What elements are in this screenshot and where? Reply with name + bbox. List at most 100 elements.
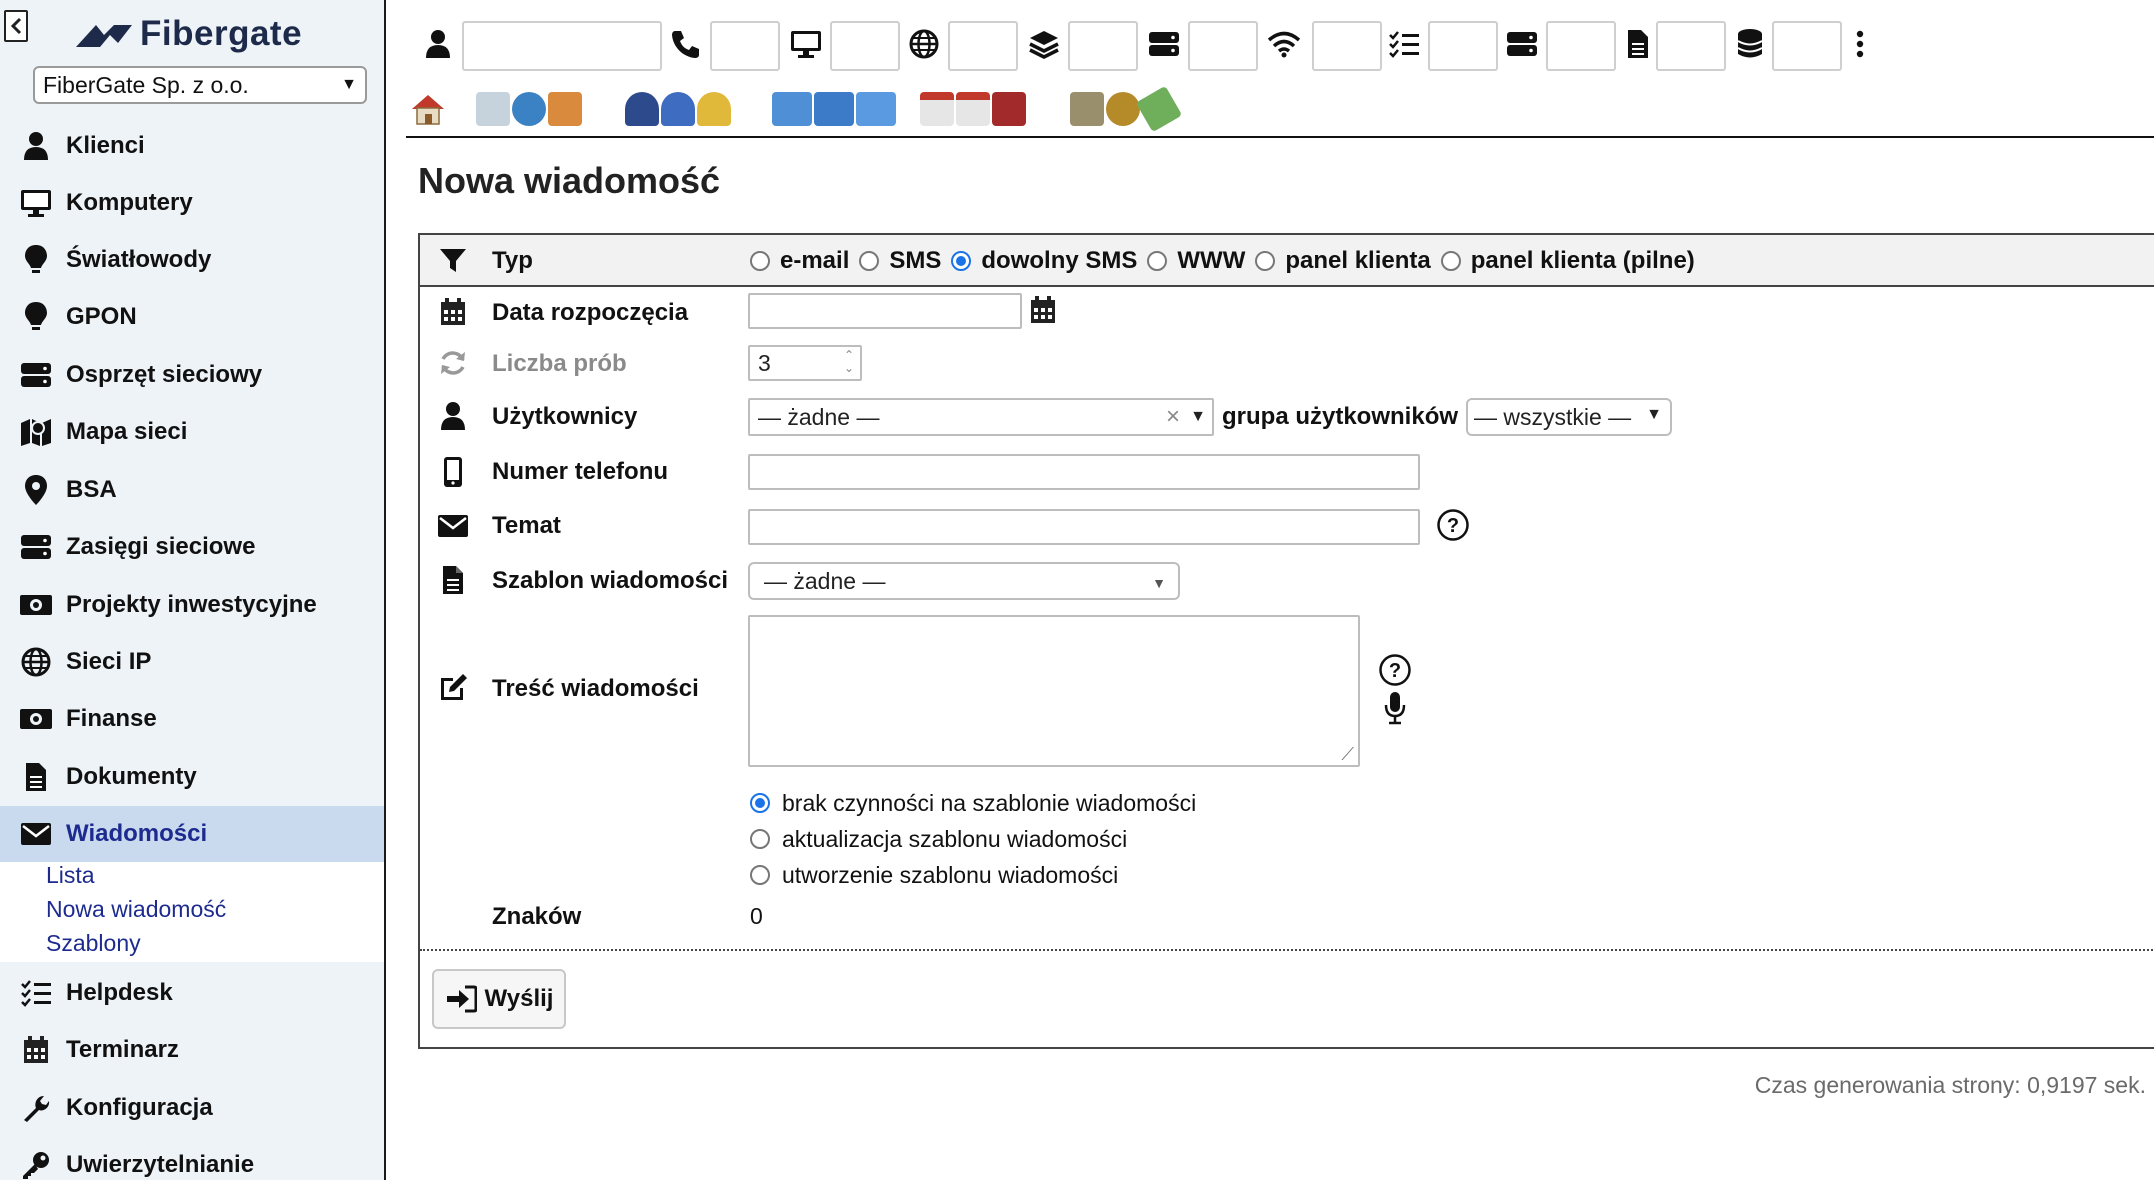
quick-action-home[interactable] [408,86,448,132]
users-select[interactable]: — żadne — × ▼ [748,398,1214,436]
sidebar-item-zasięgi-sieciowe[interactable]: Zasięgi sieciowe [0,519,384,575]
radio-button[interactable] [750,793,770,813]
template-select-value: — żadne — [764,568,886,594]
type-option-panel-klienta[interactable]: panel klienta [1255,247,1431,275]
sidebar: Fibergate FiberGate Sp. z o.o. ▼ Klienci… [0,0,386,1180]
sidebar-item-światłowody[interactable]: Światłowody [0,232,384,288]
collapse-sidebar-button[interactable] [4,10,28,42]
message-body-textarea[interactable]: ⟋ [748,615,1360,767]
sidebar-item-sieci-ip[interactable]: Sieci IP [0,634,384,690]
radio-button[interactable] [1255,251,1276,271]
sidebar-item-gpon[interactable]: GPON [0,289,384,345]
quick-search-checklist-input[interactable] [1428,21,1498,71]
quick-action-calendar[interactable] [920,86,1028,132]
attempts-spinner[interactable]: 3 ⌃ ⌄ [748,345,862,381]
quick-search-monitor-input[interactable] [830,21,900,71]
phone-number-input[interactable] [748,454,1420,490]
radio-label: dowolny SMS [981,247,1138,274]
type-option-www[interactable]: WWW [1147,247,1245,275]
quick-search-server-input[interactable] [1546,21,1616,71]
quick-action-network[interactable] [476,86,584,132]
refresh-icon [436,346,470,380]
radio-button[interactable] [1440,251,1461,271]
quick-search-document-input[interactable] [1656,21,1726,71]
money-icon [18,701,54,737]
radio-button[interactable] [750,251,770,271]
type-option-panel-klienta-pilne[interactable]: panel klienta (pilne) [1440,247,1695,275]
submenu-item-lista[interactable]: Lista [46,862,95,889]
sidebar-item-label: Klienci [66,132,145,159]
microphone-icon[interactable] [1384,691,1406,725]
quick-search-wifi-input[interactable] [1312,21,1382,71]
sidebar-item-label: Osprzęt sieciowy [66,361,263,388]
quick-search-database-input[interactable] [1772,21,1842,71]
radio-label: e-mail [780,247,850,274]
logo[interactable]: Fibergate [74,14,302,54]
type-option-sms[interactable]: SMS [859,247,941,275]
users-select-value: — żadne — [758,404,880,430]
quick-search-phone-input[interactable] [710,21,780,71]
sidebar-item-projekty-inwestycyjne[interactable]: Projekty inwestycyjne [0,577,384,633]
phone-icon [666,24,706,64]
sidebar-item-label: Komputery [66,189,193,216]
sidebar-item-dokumenty[interactable]: Dokumenty [0,749,384,805]
subject-label: Temat [492,512,561,539]
template-actions-group: brak czynności na szablonie wiadomości ak… [750,785,1196,893]
company-select[interactable]: FiberGate Sp. z o.o. ▼ [33,66,367,104]
start-date-input[interactable] [748,293,1022,329]
radio-button[interactable] [750,829,770,849]
radio-button[interactable] [750,865,770,885]
sidebar-item-helpdesk[interactable]: Helpdesk [0,965,384,1021]
sidebar-item-mapa-sieci[interactable]: Mapa sieci [0,404,384,460]
submenu-item-nowa-wiadomosc[interactable]: Nowa wiadomość [46,896,226,923]
submenu-item-szablony[interactable]: Szablony [46,930,141,957]
date-picker-icon[interactable] [1026,293,1060,327]
sidebar-item-wiadomości[interactable]: Wiadomości [0,806,384,862]
sidebar-item-osprzęt-sieciowy[interactable]: Osprzęt sieciowy [0,347,384,403]
quick-search-server-input[interactable] [1188,21,1258,71]
send-button[interactable]: Wyślij [432,969,566,1029]
quick-action-customers[interactable] [625,86,733,132]
clear-icon[interactable]: × [1166,400,1180,434]
calendar-add-icon [956,92,990,126]
quick-search-globe-input[interactable] [948,21,1018,71]
computer-add-icon [814,92,854,126]
radio-button[interactable] [859,251,880,271]
users-label: Użytkownicy [492,403,638,430]
quick-search-user-input[interactable] [462,21,662,71]
subject-input[interactable] [748,509,1420,545]
quick-action-computers[interactable] [772,86,898,132]
spinner-arrows-icon[interactable]: ⌃ ⌄ [844,349,854,375]
user-icon [436,399,470,433]
sidebar-item-bsa[interactable]: BSA [0,462,384,518]
brand-name: Fibergate [140,14,303,53]
globe-icon [18,644,54,680]
type-option-dowolny-sms[interactable]: dowolny SMS [951,247,1137,275]
template-select[interactable]: — żadne — ▼ [748,562,1180,600]
sidebar-item-terminarz[interactable]: Terminarz [0,1022,384,1078]
resize-handle-icon[interactable]: ⟋ [1341,744,1354,765]
sidebar-item-klienci[interactable]: Klienci [0,118,384,174]
node-add-icon [476,92,510,126]
quick-search-layers-input[interactable] [1068,21,1138,71]
template-action-option[interactable]: brak czynności na szablonie wiadomości [750,785,1196,821]
key-icon [18,1147,54,1183]
sidebar-item-finanse[interactable]: Finanse [0,691,384,747]
radio-button[interactable] [951,251,972,271]
template-action-option[interactable]: utworzenie szablonu wiadomości [750,857,1196,893]
template-action-option[interactable]: aktualizacja szablonu wiadomości [750,821,1196,857]
radio-button[interactable] [1147,251,1168,271]
form-separator [420,949,2154,951]
user-group-select[interactable]: — wszystkie — ▼ [1466,398,1672,436]
more-vertical-icon[interactable] [1840,24,1880,64]
type-option-e-mail[interactable]: e-mail [750,247,849,275]
sidebar-item-konfiguracja[interactable]: Konfiguracja [0,1080,384,1136]
sidebar-item-komputery[interactable]: Komputery [0,175,384,231]
sidebar-item-label: Projekty inwestycyjne [66,591,317,618]
customer-warning-icon [697,92,731,126]
sidebar-item-uwierzytelnianie[interactable]: Uwierzytelnianie [0,1137,384,1193]
message-help-icon[interactable]: ? [1378,653,1412,687]
quick-action-finance[interactable] [1070,85,1183,133]
server-icon [1144,24,1184,64]
subject-help-icon[interactable]: ? [1436,508,1470,542]
